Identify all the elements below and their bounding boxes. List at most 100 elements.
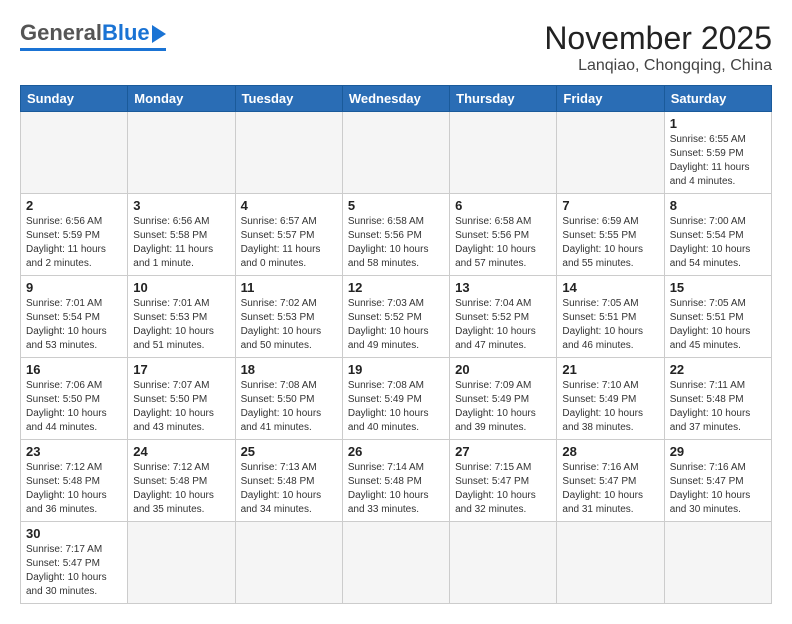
week-row-4: 23 Sunrise: 7:12 AM Sunset: 5:48 PM Dayli…	[21, 440, 772, 522]
day-info: Sunrise: 6:58 AM Sunset: 5:56 PM Dayligh…	[455, 215, 551, 271]
calendar-cell: 2Sunrise: 6:56 AM Sunset: 5:59 PM Daylig…	[21, 194, 128, 276]
day-info: Sunrise: 7:04 AM Sunset: 5:52 PM Dayligh…	[455, 297, 551, 353]
day-info: Sunrise: 6:56 AM Sunset: 5:59 PM Dayligh…	[26, 215, 122, 271]
calendar-cell: 12 Sunrise: 7:03 AM Sunset: 5:52 PM Dayli…	[342, 276, 449, 358]
day-info: Sunrise: 6:56 AM Sunset: 5:58 PM Dayligh…	[133, 215, 229, 271]
day-number: 28	[562, 444, 658, 459]
calendar-cell: 16Sunrise: 7:06 AM Sunset: 5:50 PM Dayli…	[21, 358, 128, 440]
weekday-header-wednesday: Wednesday	[342, 86, 449, 112]
weekday-header-saturday: Saturday	[664, 86, 771, 112]
calendar-title: November 2025	[544, 20, 772, 57]
day-info: Sunrise: 7:03 AM Sunset: 5:52 PM Dayligh…	[348, 297, 444, 353]
calendar-cell	[450, 112, 557, 194]
day-info: Sunrise: 7:16 AM Sunset: 5:47 PM Dayligh…	[562, 461, 658, 517]
calendar-cell: 15Sunrise: 7:05 AM Sunset: 5:51 PM Dayli…	[664, 276, 771, 358]
day-info: Sunrise: 7:08 AM Sunset: 5:49 PM Dayligh…	[348, 379, 444, 435]
calendar-cell: 18 Sunrise: 7:08 AM Sunset: 5:50 PM Dayli…	[235, 358, 342, 440]
day-number: 11	[241, 280, 337, 295]
weekday-header-sunday: Sunday	[21, 86, 128, 112]
calendar-cell: 14Sunrise: 7:05 AM Sunset: 5:51 PM Dayli…	[557, 276, 664, 358]
calendar-cell: 19Sunrise: 7:08 AM Sunset: 5:49 PM Dayli…	[342, 358, 449, 440]
day-info: Sunrise: 6:58 AM Sunset: 5:56 PM Dayligh…	[348, 215, 444, 271]
day-number: 1	[670, 116, 766, 131]
week-row-0: 1 Sunrise: 6:55 AM Sunset: 5:59 PM Daylig…	[21, 112, 772, 194]
day-info: Sunrise: 6:57 AM Sunset: 5:57 PM Dayligh…	[241, 215, 337, 271]
title-block: November 2025 Lanqiao, Chongqing, China	[544, 20, 772, 75]
day-info: Sunrise: 6:55 AM Sunset: 5:59 PM Dayligh…	[670, 133, 766, 189]
day-number: 17	[133, 362, 229, 377]
calendar-cell: 30 Sunrise: 7:17 AM Sunset: 5:47 PM Dayli…	[21, 522, 128, 604]
week-row-2: 9Sunrise: 7:01 AM Sunset: 5:54 PM Daylig…	[21, 276, 772, 358]
calendar-cell: 21 Sunrise: 7:10 AM Sunset: 5:49 PM Dayli…	[557, 358, 664, 440]
calendar-cell: 27 Sunrise: 7:15 AM Sunset: 5:47 PM Dayli…	[450, 440, 557, 522]
calendar-cell: 29 Sunrise: 7:16 AM Sunset: 5:47 PM Dayli…	[664, 440, 771, 522]
day-info: Sunrise: 7:07 AM Sunset: 5:50 PM Dayligh…	[133, 379, 229, 435]
logo-triangle-icon	[152, 25, 166, 43]
day-number: 16	[26, 362, 122, 377]
calendar-cell: 5 Sunrise: 6:58 AM Sunset: 5:56 PM Daylig…	[342, 194, 449, 276]
day-number: 27	[455, 444, 551, 459]
calendar-cell: 9Sunrise: 7:01 AM Sunset: 5:54 PM Daylig…	[21, 276, 128, 358]
day-number: 10	[133, 280, 229, 295]
logo: General Blue	[20, 20, 166, 51]
day-info: Sunrise: 6:59 AM Sunset: 5:55 PM Dayligh…	[562, 215, 658, 271]
day-number: 8	[670, 198, 766, 213]
day-info: Sunrise: 7:10 AM Sunset: 5:49 PM Dayligh…	[562, 379, 658, 435]
calendar-cell	[342, 522, 449, 604]
page-header: General Blue November 2025 Lanqiao, Chon…	[20, 20, 772, 75]
calendar-cell	[21, 112, 128, 194]
day-number: 26	[348, 444, 444, 459]
calendar-cell: 25Sunrise: 7:13 AM Sunset: 5:48 PM Dayli…	[235, 440, 342, 522]
calendar-cell: 8 Sunrise: 7:00 AM Sunset: 5:54 PM Daylig…	[664, 194, 771, 276]
day-number: 14	[562, 280, 658, 295]
calendar-table: SundayMondayTuesdayWednesdayThursdayFrid…	[20, 85, 772, 604]
calendar-cell: 17 Sunrise: 7:07 AM Sunset: 5:50 PM Dayli…	[128, 358, 235, 440]
weekday-header-monday: Monday	[128, 86, 235, 112]
calendar-subtitle: Lanqiao, Chongqing, China	[544, 57, 772, 75]
weekday-header-row: SundayMondayTuesdayWednesdayThursdayFrid…	[21, 86, 772, 112]
calendar-cell	[450, 522, 557, 604]
calendar-cell	[128, 522, 235, 604]
day-info: Sunrise: 7:17 AM Sunset: 5:47 PM Dayligh…	[26, 543, 122, 599]
day-number: 18	[241, 362, 337, 377]
calendar-cell: 11 Sunrise: 7:02 AM Sunset: 5:53 PM Dayli…	[235, 276, 342, 358]
day-info: Sunrise: 7:11 AM Sunset: 5:48 PM Dayligh…	[670, 379, 766, 435]
day-number: 30	[26, 526, 122, 541]
calendar-cell: 28 Sunrise: 7:16 AM Sunset: 5:47 PM Dayli…	[557, 440, 664, 522]
week-row-3: 16Sunrise: 7:06 AM Sunset: 5:50 PM Dayli…	[21, 358, 772, 440]
day-number: 29	[670, 444, 766, 459]
calendar-cell: 26 Sunrise: 7:14 AM Sunset: 5:48 PM Dayli…	[342, 440, 449, 522]
calendar-cell: 4 Sunrise: 6:57 AM Sunset: 5:57 PM Daylig…	[235, 194, 342, 276]
day-number: 4	[241, 198, 337, 213]
day-number: 20	[455, 362, 551, 377]
day-number: 15	[670, 280, 766, 295]
day-number: 6	[455, 198, 551, 213]
day-number: 23	[26, 444, 122, 459]
day-info: Sunrise: 7:14 AM Sunset: 5:48 PM Dayligh…	[348, 461, 444, 517]
day-number: 22	[670, 362, 766, 377]
calendar-cell	[235, 112, 342, 194]
day-info: Sunrise: 7:12 AM Sunset: 5:48 PM Dayligh…	[26, 461, 122, 517]
day-info: Sunrise: 7:16 AM Sunset: 5:47 PM Dayligh…	[670, 461, 766, 517]
calendar-cell: 13Sunrise: 7:04 AM Sunset: 5:52 PM Dayli…	[450, 276, 557, 358]
day-info: Sunrise: 7:09 AM Sunset: 5:49 PM Dayligh…	[455, 379, 551, 435]
calendar-cell: 23 Sunrise: 7:12 AM Sunset: 5:48 PM Dayli…	[21, 440, 128, 522]
weekday-header-friday: Friday	[557, 86, 664, 112]
day-number: 5	[348, 198, 444, 213]
week-row-5: 30 Sunrise: 7:17 AM Sunset: 5:47 PM Dayli…	[21, 522, 772, 604]
day-number: 12	[348, 280, 444, 295]
day-info: Sunrise: 7:15 AM Sunset: 5:47 PM Dayligh…	[455, 461, 551, 517]
calendar-cell: 6 Sunrise: 6:58 AM Sunset: 5:56 PM Daylig…	[450, 194, 557, 276]
calendar-cell	[557, 112, 664, 194]
calendar-cell: 1 Sunrise: 6:55 AM Sunset: 5:59 PM Daylig…	[664, 112, 771, 194]
calendar-cell: 7Sunrise: 6:59 AM Sunset: 5:55 PM Daylig…	[557, 194, 664, 276]
day-number: 21	[562, 362, 658, 377]
day-info: Sunrise: 7:00 AM Sunset: 5:54 PM Dayligh…	[670, 215, 766, 271]
day-number: 9	[26, 280, 122, 295]
calendar-cell	[235, 522, 342, 604]
calendar-cell: 24Sunrise: 7:12 AM Sunset: 5:48 PM Dayli…	[128, 440, 235, 522]
calendar-cell: 3Sunrise: 6:56 AM Sunset: 5:58 PM Daylig…	[128, 194, 235, 276]
day-info: Sunrise: 7:13 AM Sunset: 5:48 PM Dayligh…	[241, 461, 337, 517]
day-info: Sunrise: 7:08 AM Sunset: 5:50 PM Dayligh…	[241, 379, 337, 435]
day-info: Sunrise: 7:02 AM Sunset: 5:53 PM Dayligh…	[241, 297, 337, 353]
